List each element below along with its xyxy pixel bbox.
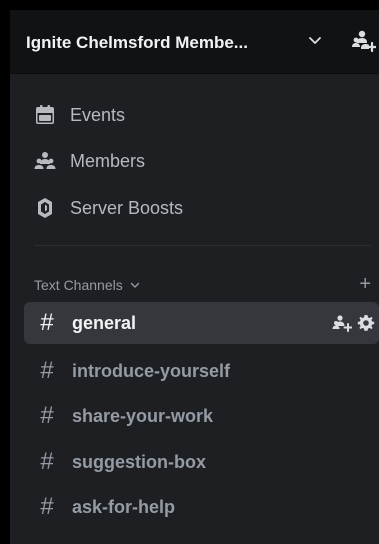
nav-item-events[interactable]: Events: [34, 100, 125, 130]
channel-sidebar: Ignite Chelmsford Membe... Events Member…: [10, 10, 379, 544]
nav-label: Members: [70, 150, 146, 171]
channel-introduce-yourself[interactable]: # introduce-yourself: [24, 350, 379, 392]
boost-icon: [34, 197, 56, 219]
channel-suggestion-box[interactable]: # suggestion-box: [24, 441, 379, 483]
nav-item-server-boosts[interactable]: Server Boosts: [34, 193, 183, 223]
hash-icon: #: [40, 402, 54, 429]
server-name[interactable]: Ignite Chelmsford Membe...: [26, 33, 248, 53]
nav-label: Events: [70, 104, 126, 125]
chevron-down-icon[interactable]: [129, 279, 141, 291]
hash-icon: #: [40, 448, 54, 475]
members-icon: [34, 150, 56, 172]
nav-item-members[interactable]: Members: [34, 146, 145, 176]
divider: [34, 245, 371, 246]
category-text-channels[interactable]: Text Channels +: [34, 273, 371, 296]
channel-label: ask-for-help: [72, 496, 176, 517]
add-channel-icon[interactable]: +: [359, 273, 371, 295]
hash-icon: #: [40, 493, 54, 520]
channel-label: share-your-work: [72, 405, 214, 426]
server-header[interactable]: Ignite Chelmsford Membe...: [10, 10, 379, 74]
channel-general[interactable]: # general: [24, 302, 379, 344]
category-label[interactable]: Text Channels: [34, 277, 123, 293]
hash-icon: #: [40, 357, 54, 384]
chevron-down-icon[interactable]: [307, 32, 323, 48]
invite-icon[interactable]: [331, 313, 353, 333]
channel-share-your-work[interactable]: # share-your-work: [24, 395, 379, 437]
hash-icon: #: [40, 309, 54, 336]
channel-label: introduce-yourself: [72, 360, 231, 381]
calendar-icon: [34, 104, 56, 126]
channel-ask-for-help[interactable]: # ask-for-help: [24, 486, 379, 528]
add-member-icon[interactable]: [350, 28, 376, 54]
channel-label: suggestion-box: [72, 451, 206, 472]
channel-label: general: [72, 312, 137, 333]
gear-icon[interactable]: [355, 313, 377, 333]
nav-label: Server Boosts: [70, 197, 184, 218]
